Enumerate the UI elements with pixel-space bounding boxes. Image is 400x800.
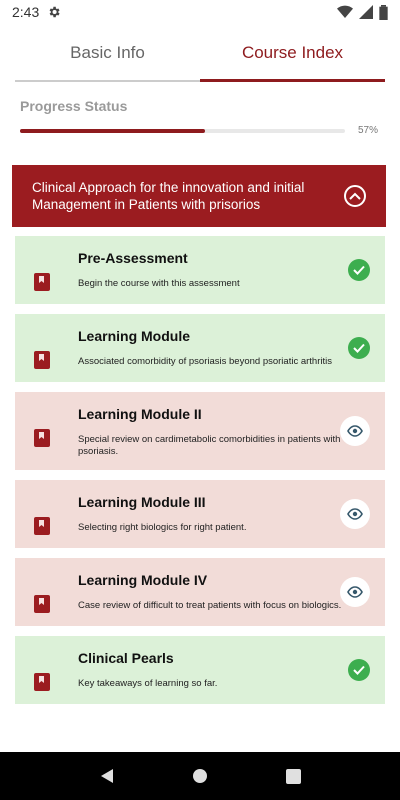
book-icon — [34, 273, 50, 291]
signal-icon — [359, 5, 373, 19]
back-icon[interactable] — [99, 768, 115, 784]
tab-course-index[interactable]: Course Index — [200, 26, 385, 82]
wifi-icon — [337, 5, 353, 18]
module-title: Learning Module — [78, 328, 190, 344]
tab-bar: Basic Info Course Index — [15, 26, 385, 82]
chevron-up-icon[interactable] — [344, 185, 366, 207]
book-icon — [34, 595, 50, 613]
tab-basic-info[interactable]: Basic Info — [15, 26, 200, 82]
module-description: Case review of difficult to treat patien… — [78, 600, 342, 611]
battery-icon — [379, 4, 388, 20]
eye-icon[interactable] — [340, 416, 370, 446]
module-list: Pre-Assessment Begin the course with this… — [15, 236, 385, 714]
section-header[interactable]: Clinical Approach for the innovation and… — [12, 165, 386, 227]
checkmark-icon — [348, 337, 370, 359]
progress-bar — [20, 129, 345, 133]
eye-icon[interactable] — [340, 577, 370, 607]
nav-bar — [0, 752, 400, 800]
module-title: Learning Module II — [78, 406, 202, 422]
progress-fill — [20, 129, 206, 133]
module-card[interactable]: Clinical Pearls Key takeaways of learning… — [15, 636, 385, 704]
module-card[interactable]: Learning Module IV Case review of difficu… — [15, 558, 385, 626]
book-icon — [34, 673, 50, 691]
module-title: Learning Module III — [78, 494, 206, 510]
module-card[interactable]: Learning Module III Selecting right biolo… — [15, 480, 385, 548]
progress-percent: 57% — [358, 125, 379, 136]
status-bar: 2:43 — [0, 0, 400, 24]
home-icon[interactable] — [192, 768, 208, 784]
checkmark-icon — [348, 259, 370, 281]
module-description: Begin the course with this assessment — [78, 278, 240, 289]
checkmark-icon — [348, 659, 370, 681]
status-time: 2:43 — [12, 4, 40, 20]
module-description: Associated comorbidity of psoriasis beyo… — [78, 356, 332, 367]
book-icon — [34, 517, 50, 535]
module-status — [348, 337, 370, 359]
module-description: Special review on cardimetabolic comorbi… — [78, 434, 341, 457]
module-card[interactable]: Learning Module II Special review on card… — [15, 392, 385, 470]
module-card[interactable]: Pre-Assessment Begin the course with this… — [15, 236, 385, 304]
module-status — [340, 577, 370, 607]
gear-icon — [49, 6, 60, 18]
module-status — [340, 416, 370, 446]
module-description: Selecting right biologics for right pati… — [78, 522, 247, 533]
eye-icon[interactable] — [340, 499, 370, 529]
module-title: Clinical Pearls — [78, 650, 174, 666]
module-status — [340, 499, 370, 529]
module-status — [348, 659, 370, 681]
module-card[interactable]: Learning Module Associated comorbidity of… — [15, 314, 385, 382]
book-icon — [34, 351, 50, 369]
module-title: Pre-Assessment — [78, 250, 188, 266]
progress-label: Progress Status — [20, 98, 128, 114]
recents-icon[interactable] — [286, 768, 302, 784]
book-icon — [34, 429, 50, 447]
section-title: Clinical Approach for the innovation and… — [32, 180, 305, 212]
module-description: Key takeaways of learning so far. — [78, 678, 218, 689]
module-status — [348, 259, 370, 281]
module-title: Learning Module IV — [78, 572, 208, 588]
